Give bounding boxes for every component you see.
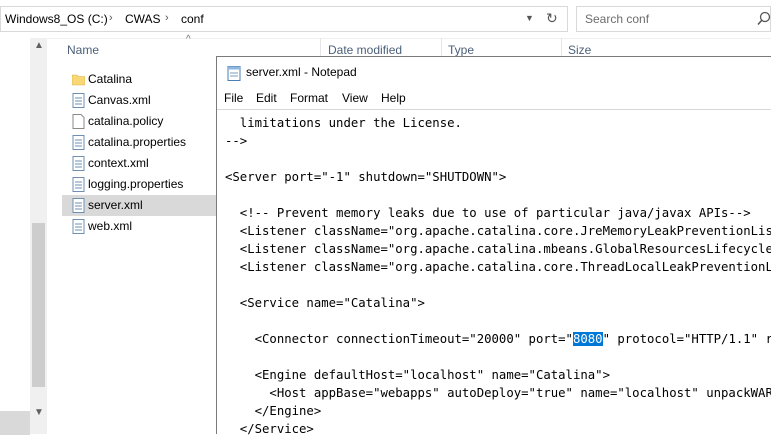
- menu-file[interactable]: File: [224, 91, 243, 105]
- menu-help[interactable]: Help: [381, 91, 406, 105]
- code-line: <Listener className="org.apache.catalina…: [239, 260, 771, 274]
- navigation-selected-item[interactable]: [0, 411, 30, 435]
- breadcrumb-chevron-icon[interactable]: ›: [109, 12, 113, 24]
- file-row-logging-properties[interactable]: logging.properties: [62, 174, 218, 195]
- file-row-context-xml[interactable]: context.xml: [62, 153, 218, 174]
- file-name: web.xml: [88, 219, 133, 233]
- selected-port-text[interactable]: 8080: [572, 332, 603, 346]
- file-row-catalina-properties[interactable]: catalina.properties: [62, 132, 218, 153]
- code-line: limitations under the License.: [225, 116, 462, 130]
- column-header-type[interactable]: Type: [448, 43, 474, 57]
- properties-file-icon: [72, 177, 85, 192]
- column-header-size[interactable]: Size: [568, 43, 591, 57]
- xml-file-icon: [72, 93, 85, 108]
- menu-format[interactable]: Format: [290, 91, 328, 105]
- file-row-web-xml[interactable]: web.xml: [62, 216, 218, 237]
- address-bar-area: Windows8_OS (C:) › CWAS › conf ▼ ↻ Searc…: [0, 0, 771, 39]
- xml-file-icon: [72, 156, 85, 171]
- code-line: <Service name="Catalina">: [225, 296, 425, 310]
- notepad-title: server.xml - Notepad: [246, 65, 357, 79]
- menu-edit[interactable]: Edit: [256, 91, 277, 105]
- sort-ascending-icon: ^: [186, 34, 191, 45]
- notepad-menu-bar: File Edit Format View Help: [217, 88, 771, 109]
- properties-file-icon: [72, 135, 85, 150]
- connector-text-before: <Connector connectionTimeout="20000" por…: [225, 332, 573, 346]
- code-line: <Listener className="org.apache.catalina…: [239, 224, 771, 238]
- breadcrumb-drive[interactable]: Windows8_OS (C:): [5, 12, 108, 26]
- file-name: Canvas.xml: [88, 93, 151, 107]
- search-input[interactable]: Search conf: [576, 6, 771, 32]
- file-row-catalina[interactable]: Catalina: [62, 69, 218, 90]
- code-line-connector: <Connector connectionTimeout="20000" por…: [225, 330, 771, 348]
- code-line: </Engine>: [225, 404, 322, 418]
- chevron-down-icon[interactable]: ▼: [525, 13, 534, 23]
- search-icon[interactable]: [757, 10, 771, 28]
- xml-file-icon: [72, 219, 85, 234]
- xml-file-icon: [72, 198, 85, 213]
- file-name: catalina.properties: [88, 135, 187, 149]
- breadcrumb-cwas[interactable]: CWAS: [125, 12, 161, 26]
- connector-text-after: " protocol="HTTP/1.1" redirectPort="8443…: [602, 332, 771, 346]
- file-row-catalina-policy[interactable]: catalina.policy: [62, 111, 218, 132]
- file-name: catalina.policy: [88, 114, 164, 128]
- code-line: <Host appBase="webapps" autoDeploy="true…: [269, 386, 771, 400]
- refresh-icon[interactable]: ↻: [546, 10, 558, 27]
- scroll-down-icon[interactable]: ▼: [34, 407, 44, 418]
- file-name: logging.properties: [88, 177, 184, 191]
- scrollbar-thumb[interactable]: [32, 223, 45, 387]
- file-name: server.xml: [88, 198, 143, 212]
- breadcrumb-conf[interactable]: conf: [181, 12, 204, 26]
- column-header-name[interactable]: Name: [67, 43, 99, 57]
- breadcrumb-chevron-icon[interactable]: ›: [165, 12, 169, 24]
- code-line: <Listener className="org.apache.catalina…: [239, 242, 771, 256]
- search-placeholder: Search conf: [585, 12, 650, 26]
- file-icon: [72, 114, 85, 129]
- code-line: <!-- Prevent memory leaks due to use of …: [225, 206, 751, 220]
- scroll-up-icon[interactable]: ▲: [34, 40, 44, 51]
- navigation-pane[interactable]: [0, 38, 30, 435]
- file-row-canvas-xml[interactable]: Canvas.xml: [62, 90, 218, 111]
- code-line: <Server port="-1" shutdown="SHUTDOWN">: [225, 170, 507, 184]
- address-bar[interactable]: Windows8_OS (C:) › CWAS › conf ▼ ↻: [0, 6, 568, 32]
- notepad-title-bar[interactable]: server.xml - Notepad: [217, 57, 771, 88]
- code-line: <Engine defaultHost="localhost" name="Ca…: [225, 368, 610, 382]
- notepad-icon: [227, 66, 241, 81]
- file-name: Catalina: [88, 72, 133, 86]
- notepad-window[interactable]: server.xml - Notepad File Edit Format Vi…: [216, 56, 771, 436]
- menu-view[interactable]: View: [342, 91, 368, 105]
- file-row-server-xml[interactable]: server.xml: [62, 195, 218, 216]
- code-line: -->: [225, 134, 248, 148]
- navigation-scrollbar[interactable]: ▲ ▼: [30, 38, 47, 434]
- column-header-date-modified[interactable]: Date modified: [328, 43, 402, 57]
- notepad-text-area[interactable]: limitations under the License. --> <Serv…: [217, 109, 771, 436]
- file-name: context.xml: [88, 156, 149, 170]
- folder-icon: [72, 74, 85, 86]
